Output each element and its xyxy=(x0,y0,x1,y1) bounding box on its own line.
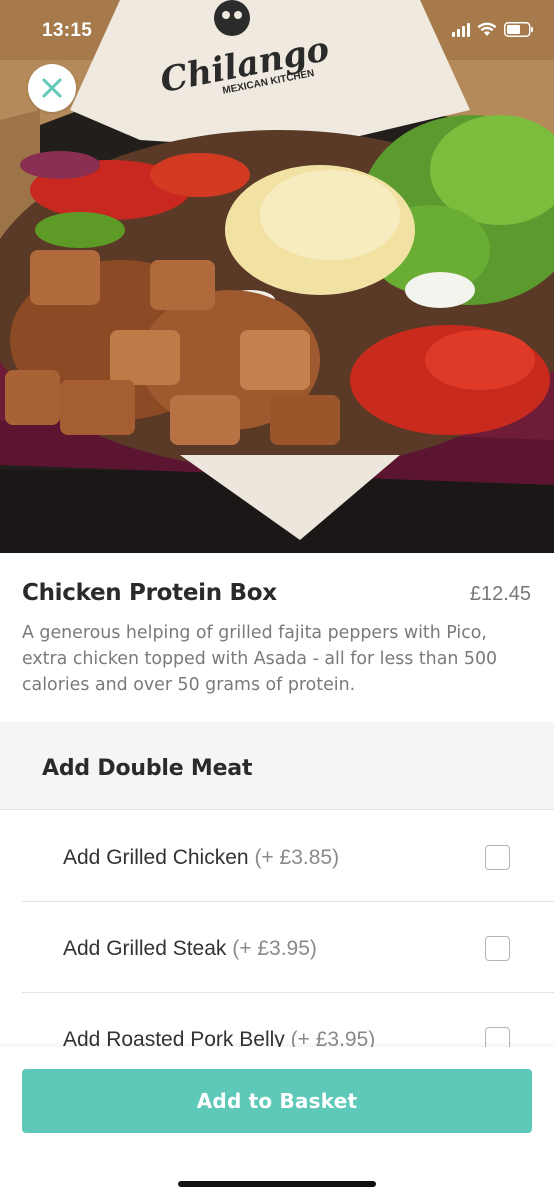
wifi-icon xyxy=(477,22,497,37)
product-description: A generous helping of grilled fajita pep… xyxy=(22,623,498,695)
signal-icon xyxy=(452,22,470,37)
product-info: Chicken Protein Box £12.45 A generous he… xyxy=(0,553,554,722)
option-label-container: Add Grilled Chicken (+ £3.85) xyxy=(63,846,339,870)
product-title: Chicken Protein Box xyxy=(22,580,277,606)
battery-icon xyxy=(504,22,534,37)
bottom-action-bar: Add to Basket xyxy=(0,1047,554,1200)
option-label-container: Add Grilled Steak (+ £3.95) xyxy=(63,937,317,961)
option-add-grilled-chicken[interactable]: Add Grilled Chicken (+ £3.85) xyxy=(22,811,554,902)
home-indicator[interactable] xyxy=(178,1181,376,1187)
option-checkbox[interactable] xyxy=(485,845,510,870)
option-checkbox[interactable] xyxy=(485,936,510,961)
close-button[interactable] xyxy=(28,64,76,112)
options-section-title: Add Double Meat xyxy=(42,756,253,781)
option-price: (+ £3.95) xyxy=(232,937,317,960)
option-label: Add Grilled Steak xyxy=(63,937,227,960)
status-icons xyxy=(452,22,534,37)
close-icon xyxy=(42,78,62,98)
option-price: (+ £3.85) xyxy=(254,846,340,869)
options-section-header: Add Double Meat xyxy=(0,722,554,810)
add-to-basket-button[interactable]: Add to Basket xyxy=(22,1069,532,1133)
status-bar: 13:15 xyxy=(0,0,554,66)
product-price: £12.45 xyxy=(469,583,531,605)
option-label: Add Grilled Chicken xyxy=(63,846,249,869)
product-hero-image: Chilango MEXICAN KITCHEN xyxy=(0,0,554,553)
product-header: Chicken Protein Box £12.45 xyxy=(22,580,532,606)
add-to-basket-label: Add to Basket xyxy=(196,1089,358,1113)
option-add-grilled-steak[interactable]: Add Grilled Steak (+ £3.95) xyxy=(22,902,554,993)
options-list: Add Grilled Chicken (+ £3.85) Add Grille… xyxy=(0,811,554,1084)
status-time: 13:15 xyxy=(42,20,93,41)
